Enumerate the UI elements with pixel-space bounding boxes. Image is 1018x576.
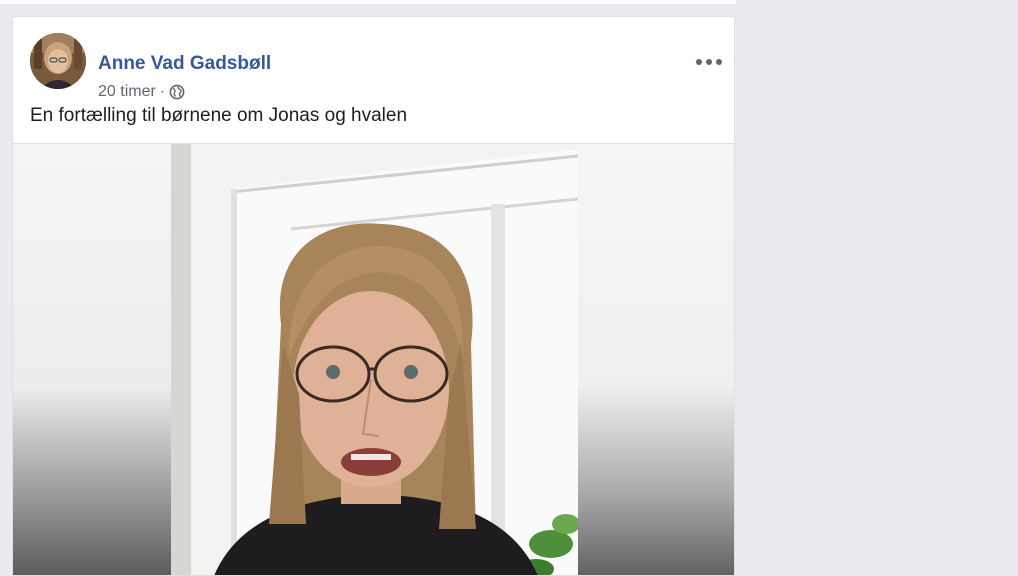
- post-header: Anne Vad Gadsbøll 20 timer ·: [30, 33, 734, 100]
- more-options-icon: [696, 59, 702, 65]
- more-options-button[interactable]: [696, 53, 722, 71]
- author-name[interactable]: Anne Vad Gadsbøll: [98, 53, 271, 75]
- video-player[interactable]: [13, 143, 734, 575]
- video-frame: [171, 144, 578, 575]
- previous-post-edge: [0, 0, 736, 4]
- post-text: En fortælling til børnene om Jonas og hv…: [30, 105, 408, 126]
- post-meta: 20 timer ·: [98, 83, 185, 101]
- post-timestamp[interactable]: 20 timer: [98, 83, 156, 101]
- post-card: Anne Vad Gadsbøll 20 timer · En fortælli…: [12, 16, 735, 576]
- globe-icon[interactable]: [169, 84, 185, 100]
- video-blur-left: [13, 144, 171, 575]
- video-blur-right: [578, 144, 734, 575]
- meta-separator: ·: [159, 83, 166, 100]
- avatar[interactable]: [30, 33, 86, 89]
